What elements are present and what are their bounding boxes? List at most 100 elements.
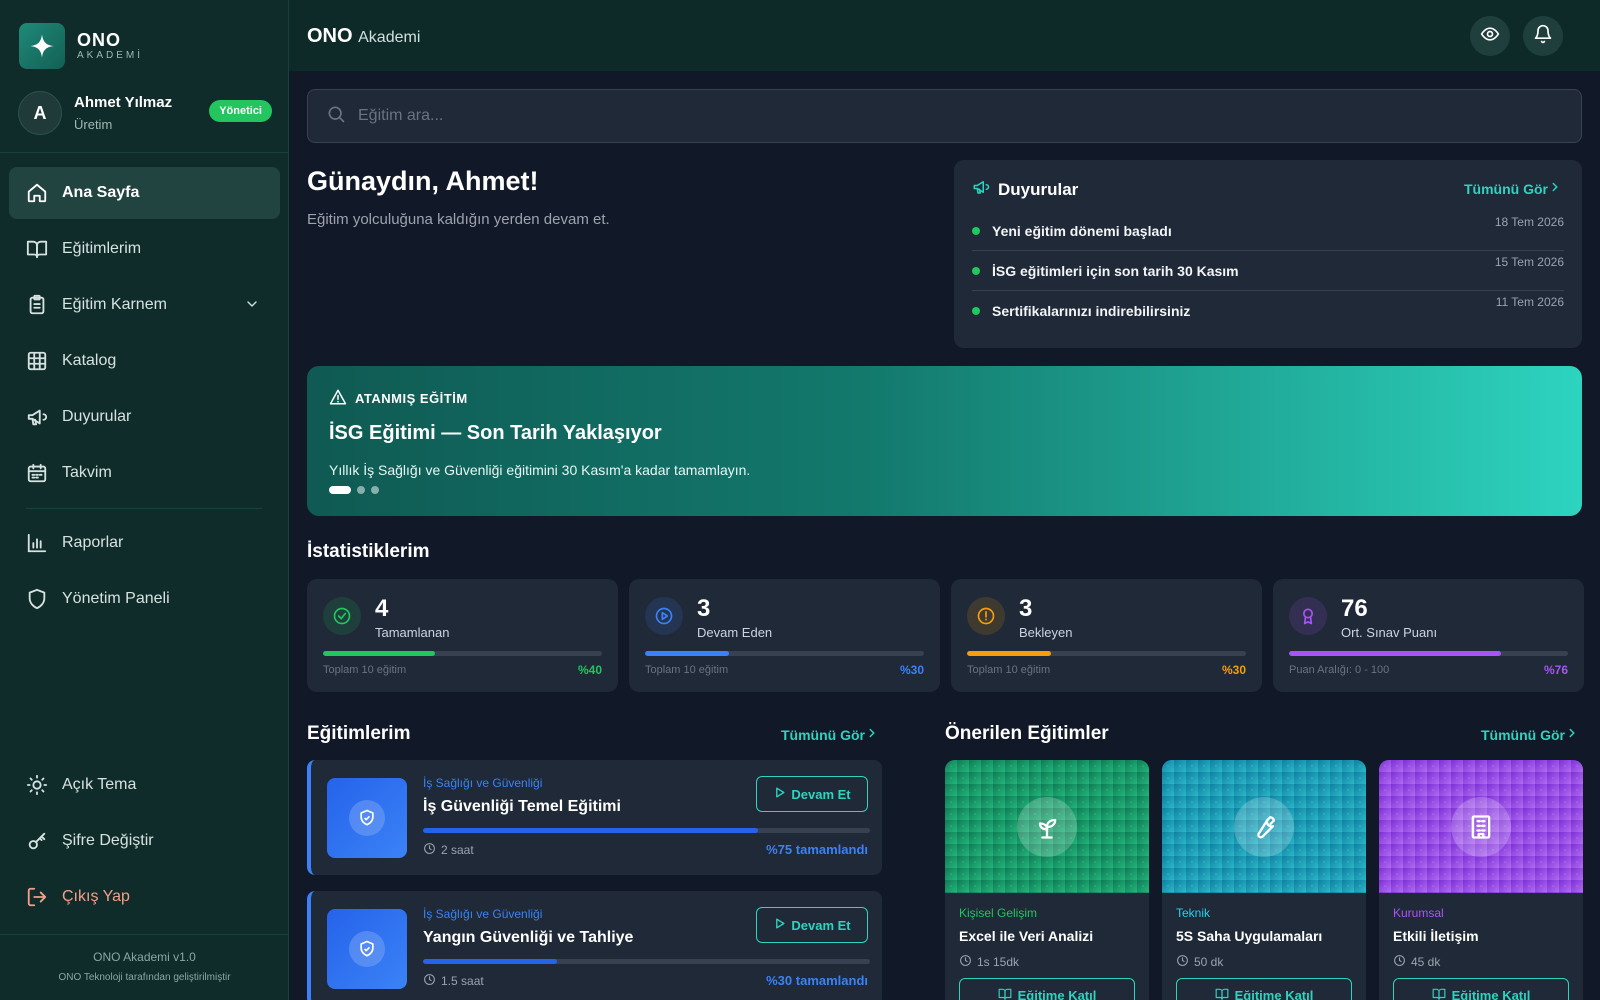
recommended-card[interactable]: Teknik 5S Saha Uygulamaları 50 dk Eğitim…	[1162, 760, 1366, 1000]
continue-button[interactable]: Devam Et	[756, 907, 868, 943]
chevron-right-icon	[1548, 180, 1562, 197]
join-training-button[interactable]: Eğitime Katıl	[1393, 978, 1569, 1000]
see-all-label: Tümünü Gör	[781, 726, 865, 743]
stat-foot: Toplam 10 eğitim	[323, 664, 407, 676]
join-training-button[interactable]: Eğitime Katıl	[1176, 978, 1352, 1000]
stat-label: Devam Eden	[697, 625, 773, 640]
announcement-item[interactable]: İSG eğitimleri için son tarih 30 Kasım 1…	[972, 251, 1564, 291]
my-courses-see-all[interactable]: Tümünü Gör	[781, 726, 879, 743]
banner-text: Yıllık İş Sağlığı ve Güvenliği eğitimini…	[329, 462, 751, 478]
nav-calendar[interactable]: Takvim	[9, 447, 280, 499]
announcements-see-all[interactable]: Tümünü Gör	[1464, 180, 1562, 197]
divider	[26, 508, 262, 509]
announcement-date: 18 Tem 2026	[1494, 215, 1564, 229]
course-duration: 1.5 saat	[423, 973, 484, 989]
book-open-icon	[1215, 987, 1235, 1000]
assigned-training-banner[interactable]: ATANMIŞ EĞİTİM İSG Eğitimi — Son Tarih Y…	[307, 366, 1582, 516]
divider	[0, 152, 289, 153]
nav-announcements[interactable]: Duyurular	[9, 391, 280, 443]
course-category: İş Sağlığı ve Güvenliği	[423, 776, 543, 790]
continue-button[interactable]: Devam Et	[756, 776, 868, 812]
shield-icon	[26, 588, 48, 610]
change-password-button[interactable]: Şifre Değiştir	[9, 815, 280, 867]
nav-my-trainings[interactable]: Eğitimlerim	[9, 223, 280, 275]
logo[interactable]: ONO AKADEMİ	[19, 23, 143, 69]
course-card[interactable]: İş Sağlığı ve Güvenliği Yangın Güvenliği…	[307, 891, 882, 1000]
top-title-bold: ONO	[307, 25, 353, 47]
award-icon	[1289, 597, 1327, 635]
join-training-label: Eğitime Katıl	[1451, 987, 1531, 1000]
eye-button[interactable]	[1470, 16, 1510, 56]
announcement-item[interactable]: Yeni eğitim dönemi başladı 18 Tem 2026	[972, 211, 1564, 251]
see-all-label: Tümünü Gör	[1481, 726, 1565, 743]
logo-sub: AKADEMİ	[77, 50, 144, 61]
carousel-dot[interactable]	[329, 486, 351, 494]
shield-check-icon	[349, 800, 385, 836]
stat-progress	[645, 651, 924, 656]
recommended-category: Kurumsal	[1393, 906, 1444, 920]
book-open-icon	[998, 987, 1018, 1000]
announcement-text: Sertifikalarınızı indirebilirsiniz	[992, 303, 1191, 319]
announcements-card: Duyurular Tümünü Gör Yeni eğitim dönemi …	[954, 160, 1582, 348]
recommended-card[interactable]: Kişisel Gelişim Excel ile Veri Analizi 1…	[945, 760, 1149, 1000]
stat-card-avg-score: 76 Ort. Sınav Puanı Puan Aralığı: 0 - 10…	[1273, 579, 1584, 692]
dot-icon	[972, 307, 980, 315]
greeting-title: Günaydın, Ahmet!	[307, 166, 539, 196]
clock-icon	[423, 842, 441, 858]
stat-percent: %76	[1543, 663, 1568, 677]
user-profile[interactable]: A Ahmet Yılmaz Üretim Yönetici	[18, 89, 272, 137]
recommended-card[interactable]: Kurumsal Etkili İletişim 45 dk Eğitime K…	[1379, 760, 1583, 1000]
search-input[interactable]	[358, 107, 1458, 125]
nav-home[interactable]: Ana Sayfa	[9, 167, 280, 219]
clipboard-icon	[26, 294, 48, 316]
logo-name: ONO	[77, 30, 122, 50]
stat-progress-fill	[645, 651, 729, 656]
clock-icon	[959, 954, 977, 970]
stat-progress-fill	[323, 651, 435, 656]
announcement-text: Yeni eğitim dönemi başladı	[992, 222, 1172, 239]
recommended-title: Önerilen Eğitimler	[945, 723, 1109, 744]
check-circle-icon	[323, 597, 361, 635]
carousel-dot[interactable]	[371, 486, 379, 494]
announcement-item[interactable]: Sertifikalarınızı indirebilirsiniz 11 Te…	[972, 291, 1564, 331]
notifications-button[interactable]	[1523, 16, 1563, 56]
nav-reports[interactable]: Raporlar	[9, 517, 280, 569]
recommended-thumbnail	[945, 760, 1149, 893]
nav-calendar-label: Takvim	[62, 464, 112, 481]
stat-percent: %30	[1221, 663, 1246, 677]
bar-chart-icon	[26, 532, 48, 554]
app-version: ONO Akademi v1.0	[93, 950, 196, 964]
nav-admin-panel[interactable]: Yönetim Paneli	[9, 573, 280, 625]
light-theme-toggle[interactable]: Açık Tema	[9, 759, 280, 811]
logout-button[interactable]: Çıkış Yap	[9, 871, 280, 923]
recommended-title-text: 5S Saha Uygulamaları	[1176, 928, 1323, 944]
carousel-dot[interactable]	[357, 486, 365, 494]
my-courses-title: Eğitimlerim	[307, 723, 411, 744]
course-duration-text: 1.5 saat	[441, 974, 484, 988]
nav-report-card[interactable]: Eğitim Karnem	[9, 279, 280, 331]
carousel-dots	[329, 486, 385, 494]
bell-icon	[1533, 24, 1553, 49]
stat-foot: Puan Aralığı: 0 - 100	[1289, 664, 1390, 676]
chevron-down-icon[interactable]	[244, 296, 260, 317]
recommended-thumbnail	[1162, 760, 1366, 893]
join-training-label: Eğitime Katıl	[1234, 987, 1314, 1000]
join-training-button[interactable]: Eğitime Katıl	[959, 978, 1135, 1000]
course-duration: 2 saat	[423, 842, 474, 858]
avatar: A	[18, 91, 62, 135]
stat-progress	[967, 651, 1246, 656]
announcements-header: Duyurular	[972, 178, 1078, 201]
search-bar	[307, 89, 1582, 143]
clock-icon	[1176, 954, 1194, 970]
stat-progress	[1289, 651, 1568, 656]
top-bar: ONO Akademi	[289, 0, 1600, 71]
join-training-label: Eğitime Katıl	[1017, 987, 1097, 1000]
recommended-duration: 45 dk	[1393, 954, 1440, 970]
recommended-see-all[interactable]: Tümünü Gör	[1481, 726, 1579, 743]
stat-percent: %30	[899, 663, 924, 677]
calendar-icon	[26, 462, 48, 484]
banner-title: İSG Eğitimi — Son Tarih Yaklaşıyor	[329, 422, 662, 444]
user-name: Ahmet Yılmaz	[74, 94, 173, 111]
nav-catalog[interactable]: Katalog	[9, 335, 280, 387]
course-card[interactable]: İş Sağlığı ve Güvenliği İş Güvenliği Tem…	[307, 760, 882, 875]
